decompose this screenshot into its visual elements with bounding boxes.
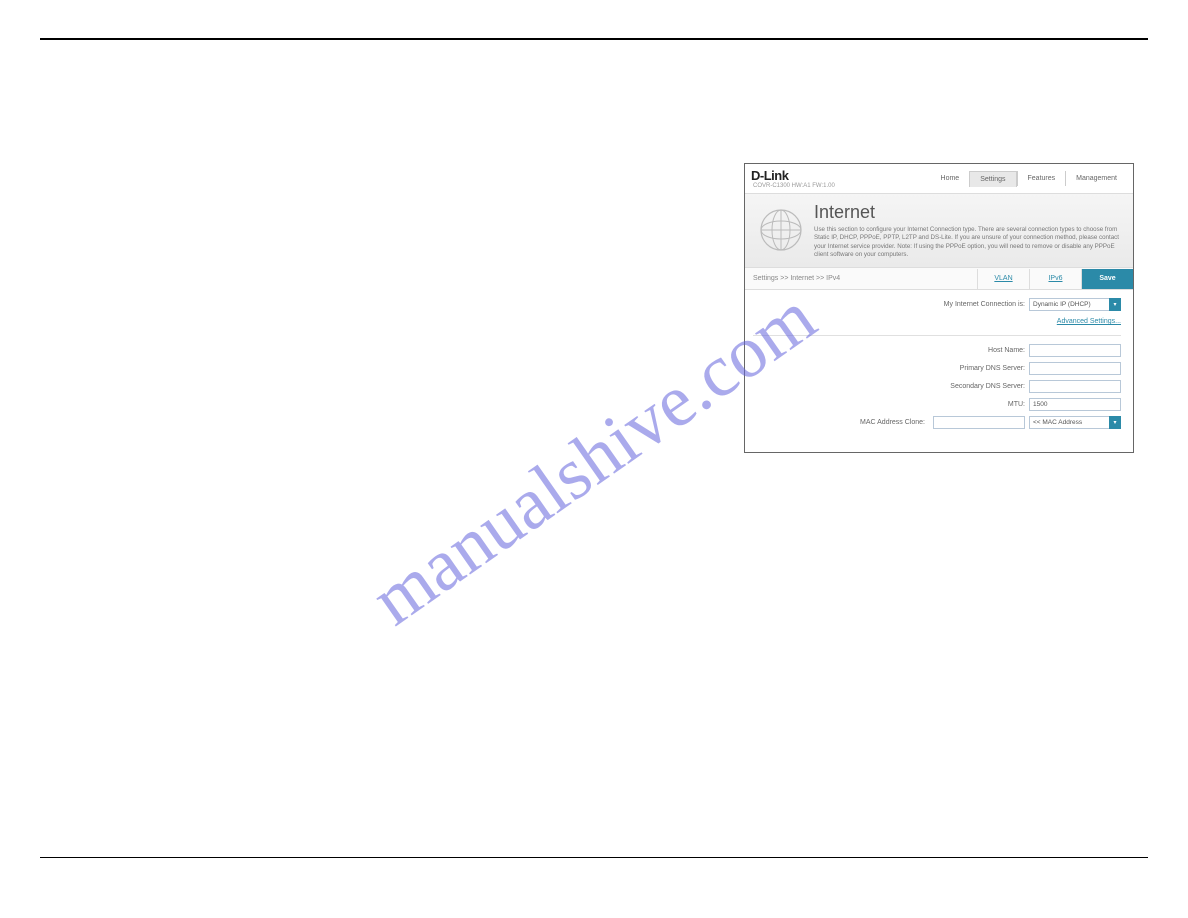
mac-clone-label: MAC Address Clone:: [860, 419, 929, 426]
brand-block: D-Link COVR-C1300 HW:A1 FW:1.00: [751, 168, 835, 189]
nav-home[interactable]: Home: [931, 171, 970, 186]
row-host-name: Host Name:: [753, 344, 1121, 357]
tab-vlan[interactable]: VLAN: [977, 269, 1029, 289]
mtu-input[interactable]: [1029, 398, 1121, 411]
main-nav: Home Settings Features Management: [931, 171, 1127, 187]
tab-ipv6[interactable]: IPv6: [1029, 269, 1081, 289]
globe-icon: [753, 202, 808, 257]
nav-management[interactable]: Management: [1065, 171, 1127, 186]
connection-type-label: My Internet Connection is:: [944, 301, 1029, 308]
tab-bar: Settings >> Internet >> IPv4 VLAN IPv6 S…: [745, 268, 1133, 290]
section-title: Internet: [814, 202, 1125, 223]
primary-dns-label: Primary DNS Server:: [960, 365, 1029, 372]
section-description: Use this section to configure your Inter…: [814, 226, 1125, 259]
nav-settings[interactable]: Settings: [969, 171, 1016, 187]
connection-type-select[interactable]: Dynamic IP (DHCP) ▾: [1029, 298, 1121, 311]
model-text: COVR-C1300 HW:A1 FW:1.00: [753, 183, 835, 189]
primary-dns-input[interactable]: [1029, 362, 1121, 375]
mtu-label: MTU:: [1008, 401, 1029, 408]
row-secondary-dns: Secondary DNS Server:: [753, 380, 1121, 393]
row-mtu: MTU:: [753, 398, 1121, 411]
header-text-block: Internet Use this section to configure y…: [808, 202, 1125, 259]
page-bottom-rule: [40, 857, 1148, 858]
secondary-dns-label: Secondary DNS Server:: [950, 383, 1029, 390]
mac-address-select[interactable]: << MAC Address ▾: [1029, 416, 1121, 429]
router-settings-panel: D-Link COVR-C1300 HW:A1 FW:1.00 Home Set…: [744, 163, 1134, 453]
breadcrumb: Settings >> Internet >> IPv4: [745, 275, 977, 282]
chevron-down-icon: ▾: [1109, 298, 1121, 311]
secondary-dns-input[interactable]: [1029, 380, 1121, 393]
row-primary-dns: Primary DNS Server:: [753, 362, 1121, 375]
form-body: My Internet Connection is: Dynamic IP (D…: [745, 290, 1133, 442]
chevron-down-icon: ▾: [1109, 416, 1121, 429]
divider: [753, 335, 1121, 336]
row-connection-type: My Internet Connection is: Dynamic IP (D…: [753, 298, 1121, 311]
host-name-input[interactable]: [1029, 344, 1121, 357]
mac-clone-input[interactable]: [933, 416, 1025, 429]
row-mac-clone: MAC Address Clone: << MAC Address ▾: [753, 416, 1121, 429]
save-button[interactable]: Save: [1081, 269, 1133, 289]
brand-logo: D-Link: [751, 168, 835, 183]
nav-features[interactable]: Features: [1017, 171, 1066, 186]
top-bar: D-Link COVR-C1300 HW:A1 FW:1.00 Home Set…: [745, 164, 1133, 194]
section-header: Internet Use this section to configure y…: [745, 194, 1133, 268]
host-name-label: Host Name:: [988, 347, 1029, 354]
page-top-rule: [40, 38, 1148, 40]
connection-type-value: Dynamic IP (DHCP): [1029, 298, 1109, 311]
advanced-settings-link[interactable]: Advanced Settings...: [753, 316, 1121, 329]
mac-select-value: << MAC Address: [1029, 416, 1109, 429]
